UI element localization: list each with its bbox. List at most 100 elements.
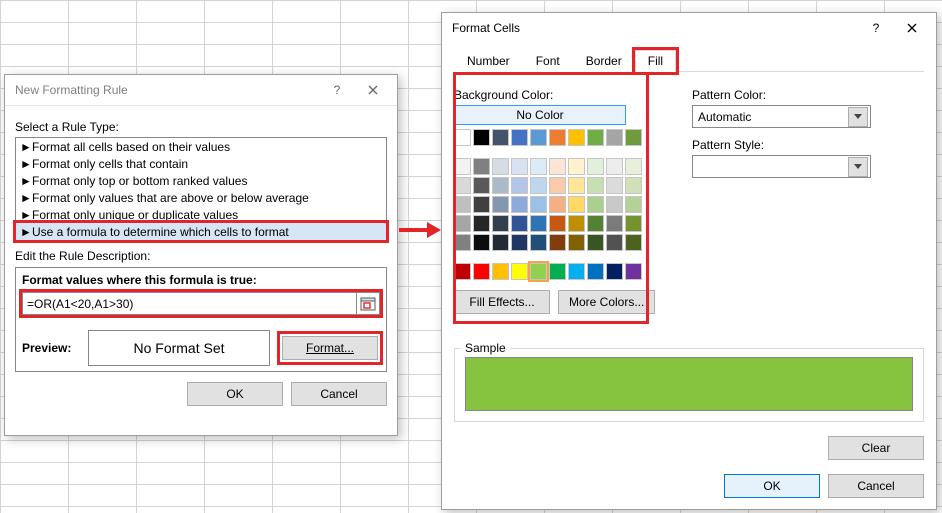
ok-button[interactable]: OK: [724, 474, 820, 498]
color-swatch[interactable]: [568, 196, 585, 213]
color-swatch[interactable]: [549, 215, 566, 232]
color-swatch[interactable]: [568, 177, 585, 194]
color-swatch[interactable]: [625, 263, 642, 280]
color-swatch[interactable]: [511, 215, 528, 232]
color-swatch[interactable]: [530, 196, 547, 213]
color-swatch[interactable]: [492, 196, 509, 213]
color-swatch[interactable]: [549, 234, 566, 251]
color-swatch[interactable]: [568, 158, 585, 175]
rule-type-item[interactable]: ►Format all cells based on their values: [16, 138, 386, 155]
color-swatch[interactable]: [511, 263, 528, 280]
color-swatch[interactable]: [473, 158, 490, 175]
color-swatch[interactable]: [454, 177, 471, 194]
cancel-button[interactable]: Cancel: [291, 382, 387, 406]
color-swatch[interactable]: [587, 215, 604, 232]
color-swatch[interactable]: [530, 129, 547, 146]
format-button[interactable]: Format...: [282, 336, 378, 360]
tab-border[interactable]: Border: [573, 50, 635, 72]
rule-type-item[interactable]: ►Format only values that are above or be…: [16, 189, 386, 206]
pattern-style-combo[interactable]: [692, 155, 871, 178]
color-swatch[interactable]: [625, 129, 642, 146]
rule-type-label: Format only cells that contain: [32, 157, 188, 171]
color-swatch[interactable]: [606, 234, 623, 251]
color-swatch[interactable]: [473, 263, 490, 280]
help-button[interactable]: ?: [319, 78, 355, 102]
color-swatch[interactable]: [587, 234, 604, 251]
tab-fill[interactable]: Fill: [635, 50, 676, 72]
rule-type-item[interactable]: ►Format only top or bottom ranked values: [16, 172, 386, 189]
color-swatch[interactable]: [511, 196, 528, 213]
color-swatch[interactable]: [606, 129, 623, 146]
no-color-button[interactable]: No Color: [454, 105, 626, 125]
range-picker-button[interactable]: [356, 293, 379, 314]
color-swatch[interactable]: [454, 234, 471, 251]
color-swatch[interactable]: [492, 215, 509, 232]
color-swatch[interactable]: [454, 129, 471, 146]
color-swatch[interactable]: [473, 196, 490, 213]
rule-type-list[interactable]: ►Format all cells based on their values …: [15, 137, 387, 241]
help-button[interactable]: ?: [858, 16, 894, 40]
color-swatch[interactable]: [454, 215, 471, 232]
color-swatch[interactable]: [568, 215, 585, 232]
clear-button[interactable]: Clear: [828, 436, 924, 460]
color-swatch[interactable]: [492, 263, 509, 280]
color-swatch[interactable]: [606, 177, 623, 194]
new-formatting-rule-dialog: New Formatting Rule ? Select a Rule Type…: [4, 74, 398, 436]
rule-type-item[interactable]: ►Format only cells that contain: [16, 155, 386, 172]
color-swatch[interactable]: [587, 263, 604, 280]
color-swatch[interactable]: [511, 158, 528, 175]
color-swatch[interactable]: [473, 177, 490, 194]
color-swatch[interactable]: [606, 158, 623, 175]
cancel-button[interactable]: Cancel: [828, 474, 924, 498]
tab-font[interactable]: Font: [523, 50, 573, 72]
color-swatch[interactable]: [473, 129, 490, 146]
color-swatch[interactable]: [587, 196, 604, 213]
color-swatch[interactable]: [511, 234, 528, 251]
color-swatch[interactable]: [606, 196, 623, 213]
color-swatch[interactable]: [492, 158, 509, 175]
color-swatch[interactable]: [530, 158, 547, 175]
color-swatch[interactable]: [549, 177, 566, 194]
pattern-color-combo[interactable]: Automatic: [692, 105, 871, 128]
color-swatch[interactable]: [511, 177, 528, 194]
color-swatch[interactable]: [625, 177, 642, 194]
color-swatch[interactable]: [454, 263, 471, 280]
color-swatch[interactable]: [530, 177, 547, 194]
formula-input[interactable]: [23, 293, 356, 314]
color-swatch[interactable]: [549, 263, 566, 280]
color-swatch[interactable]: [625, 234, 642, 251]
color-swatch[interactable]: [530, 215, 547, 232]
color-swatch[interactable]: [473, 234, 490, 251]
color-swatch[interactable]: [625, 158, 642, 175]
color-swatch[interactable]: [454, 158, 471, 175]
tab-number[interactable]: Number: [454, 50, 523, 72]
rule-type-item-formula[interactable]: ►Use a formula to determine which cells …: [16, 223, 386, 240]
color-swatch[interactable]: [530, 234, 547, 251]
close-button[interactable]: [355, 78, 391, 102]
more-colors-button[interactable]: More Colors...: [558, 290, 655, 314]
color-swatch[interactable]: [549, 129, 566, 146]
rule-type-item[interactable]: ►Format only unique or duplicate values: [16, 206, 386, 223]
color-swatch[interactable]: [606, 263, 623, 280]
color-swatch[interactable]: [606, 215, 623, 232]
color-swatch[interactable]: [511, 129, 528, 146]
color-swatch[interactable]: [625, 215, 642, 232]
color-swatch[interactable]: [492, 177, 509, 194]
color-swatch[interactable]: [549, 196, 566, 213]
color-swatch[interactable]: [473, 215, 490, 232]
color-swatch[interactable]: [625, 196, 642, 213]
color-swatch[interactable]: [492, 129, 509, 146]
fill-effects-button[interactable]: Fill Effects...: [454, 290, 550, 314]
close-button[interactable]: [894, 16, 930, 40]
color-swatch[interactable]: [492, 234, 509, 251]
color-swatch[interactable]: [530, 263, 547, 280]
color-swatch[interactable]: [568, 234, 585, 251]
color-swatch[interactable]: [549, 158, 566, 175]
color-swatch[interactable]: [587, 129, 604, 146]
ok-button[interactable]: OK: [187, 382, 283, 406]
color-swatch[interactable]: [587, 158, 604, 175]
color-swatch[interactable]: [568, 263, 585, 280]
color-swatch[interactable]: [454, 196, 471, 213]
color-swatch[interactable]: [568, 129, 585, 146]
color-swatch[interactable]: [587, 177, 604, 194]
